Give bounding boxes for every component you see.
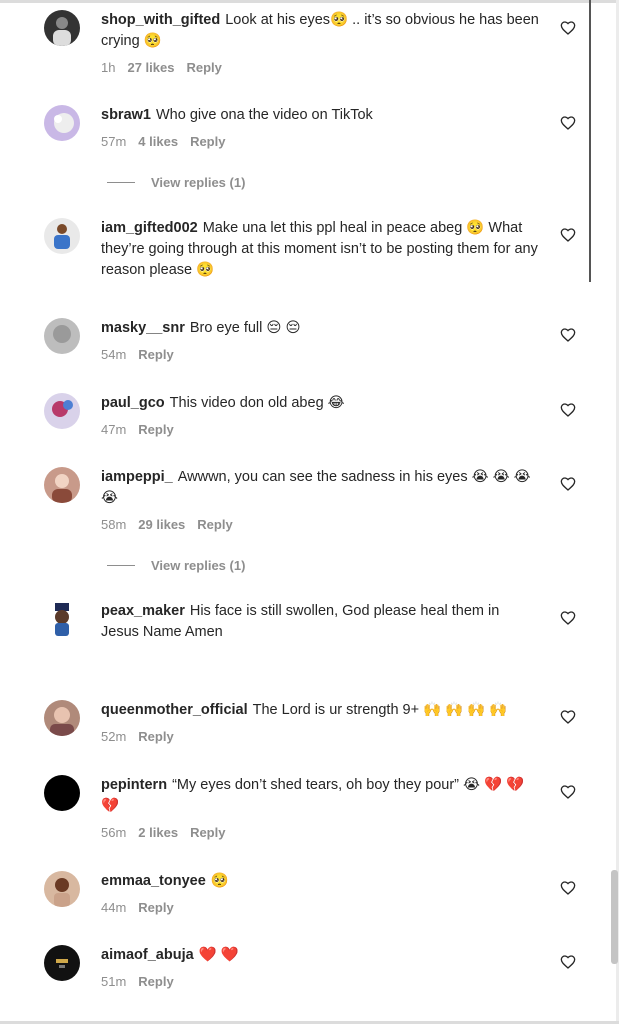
heart-outline-icon[interactable] [560, 880, 576, 896]
view-replies-label: View replies (1) [151, 558, 246, 573]
comment-meta: 57m 4 likes Reply [101, 134, 541, 149]
comment-username[interactable]: masky__snr [101, 320, 185, 336]
view-replies-button[interactable]: View replies (1) [107, 175, 245, 190]
avatar[interactable] [44, 945, 80, 981]
comment-time: 52m [101, 729, 127, 744]
comment-username[interactable]: shop_with_gifted [101, 12, 220, 28]
comment-meta: 54m Reply [101, 347, 541, 362]
reply-button[interactable]: Reply [138, 900, 173, 915]
comment-time: 57m [101, 134, 127, 149]
heart-outline-icon[interactable] [560, 476, 576, 492]
comment-username[interactable]: aimaof_abuja [101, 947, 194, 963]
comment-text: aimaof_abuja ❤️ ❤️ [101, 945, 541, 966]
comment-time: 56m [101, 825, 127, 840]
comment-meta: 47m Reply [101, 422, 541, 437]
avatar[interactable] [44, 10, 80, 46]
view-replies-line [107, 182, 135, 183]
comment-text: iam_gifted002 Make una let this ppl heal … [101, 218, 541, 281]
comment-likes[interactable]: 29 likes [138, 517, 185, 532]
heart-outline-icon[interactable] [560, 20, 576, 36]
comment-likes[interactable]: 27 likes [127, 60, 174, 75]
comment-time: 54m [101, 347, 127, 362]
avatar[interactable] [44, 467, 80, 503]
comment-time: 58m [101, 517, 127, 532]
comment-body: Who give ona the video on TikTok [155, 107, 373, 123]
avatar[interactable] [44, 700, 80, 736]
top-border [0, 0, 619, 3]
comment-meta: 51m Reply [101, 974, 541, 989]
comment-meta: 1h 27 likes Reply [101, 60, 541, 75]
comment-text: masky__snr Bro eye full 😔 😔 [101, 318, 541, 339]
comment-username[interactable]: iam_gifted002 [101, 220, 198, 236]
heart-outline-icon[interactable] [560, 327, 576, 343]
reply-button[interactable]: Reply [138, 422, 173, 437]
reply-button[interactable]: Reply [190, 825, 225, 840]
view-replies-line [107, 565, 135, 566]
comment-body: Bro eye full 😔 😔 [189, 320, 301, 336]
comment-body: The Lord is ur strength 9+ 🙌 🙌 🙌 🙌 [252, 702, 508, 718]
avatar[interactable] [44, 601, 80, 637]
reply-button[interactable]: Reply [186, 60, 221, 75]
comment-username[interactable]: iampeppi_ [101, 469, 173, 485]
reply-button[interactable]: Reply [138, 729, 173, 744]
comment-body: ❤️ ❤️ [198, 947, 239, 963]
comment-username[interactable]: emmaa_tonyee [101, 873, 206, 889]
comment-meta: 52m Reply [101, 729, 541, 744]
comment-meta: 56m 2 likes Reply [101, 825, 541, 840]
heart-outline-icon[interactable] [560, 954, 576, 970]
reply-button[interactable]: Reply [190, 134, 225, 149]
heart-outline-icon[interactable] [560, 402, 576, 418]
avatar[interactable] [44, 393, 80, 429]
comment-likes[interactable]: 2 likes [138, 825, 178, 840]
comment-time: 51m [101, 974, 127, 989]
comment-time: 44m [101, 900, 127, 915]
comment-text: emmaa_tonyee 🥺 [101, 871, 541, 892]
comment-body: This video don old abeg 😂 [169, 395, 345, 411]
comment-username[interactable]: paul_gco [101, 395, 165, 411]
avatar[interactable] [44, 775, 80, 811]
comment-body: 🥺 [210, 873, 229, 889]
avatar[interactable] [44, 318, 80, 354]
scroll-indicator-line [589, 0, 591, 282]
comment-text: shop_with_gifted Look at his eyes🥺 .. it’… [101, 10, 541, 52]
reply-button[interactable]: Reply [138, 974, 173, 989]
heart-outline-icon[interactable] [560, 784, 576, 800]
comment-text: pepintern “My eyes don’t shed tears, oh b… [101, 775, 541, 817]
reply-button[interactable]: Reply [197, 517, 232, 532]
comment-likes[interactable]: 4 likes [138, 134, 178, 149]
heart-outline-icon[interactable] [560, 610, 576, 626]
comment-meta: 58m 29 likes Reply [101, 517, 541, 532]
comment-time: 1h [101, 60, 116, 75]
heart-outline-icon[interactable] [560, 227, 576, 243]
comment-username[interactable]: pepintern [101, 777, 167, 793]
heart-outline-icon[interactable] [560, 709, 576, 725]
comment-text: peax_maker His face is still swollen, God… [101, 601, 541, 643]
comment-meta: 44m Reply [101, 900, 541, 915]
avatar[interactable] [44, 218, 80, 254]
comment-text: queenmother_official The Lord is ur stren… [101, 700, 541, 721]
view-replies-button[interactable]: View replies (1) [107, 558, 245, 573]
comment-username[interactable]: peax_maker [101, 603, 185, 619]
heart-outline-icon[interactable] [560, 115, 576, 131]
scrollbar-thumb[interactable] [611, 870, 618, 964]
comment-text: iampeppi_ Awwwn, you can see the sadness … [101, 467, 541, 509]
comment-username[interactable]: queenmother_official [101, 702, 248, 718]
reply-button[interactable]: Reply [138, 347, 173, 362]
comment-text: paul_gco This video don old abeg 😂 [101, 393, 541, 414]
view-replies-label: View replies (1) [151, 175, 246, 190]
avatar[interactable] [44, 871, 80, 907]
comment-username[interactable]: sbraw1 [101, 107, 151, 123]
comment-text: sbraw1 Who give ona the video on TikTok [101, 105, 541, 126]
comment-time: 47m [101, 422, 127, 437]
avatar[interactable] [44, 105, 80, 141]
